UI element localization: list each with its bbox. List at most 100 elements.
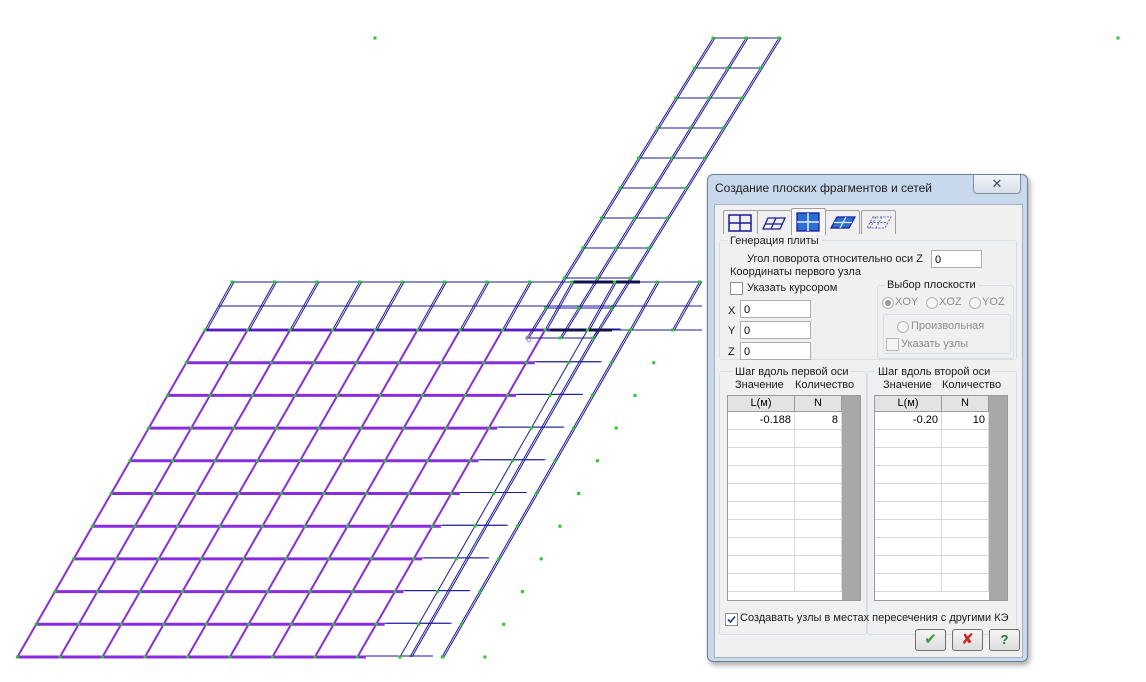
axis2-cell-length[interactable]: -0.20 [875,412,942,429]
x-input[interactable]: 0 [740,300,811,318]
axis2-table-row[interactable] [875,484,989,502]
axis1-cell-count[interactable] [795,520,842,537]
axis1-cell-length[interactable] [728,430,795,447]
axis2-cell-length[interactable] [875,466,942,483]
axis1-scrollbar[interactable] [842,396,860,600]
axis1-cell-count[interactable] [795,556,842,573]
axis1-cell-count[interactable] [795,502,842,519]
axis2-cell-length[interactable] [875,430,942,447]
axis2-table-row[interactable] [875,538,989,556]
axis2-col-l[interactable]: L(м) [875,396,942,412]
axis2-cell-length[interactable] [875,448,942,465]
radio-arbitrary[interactable] [897,321,909,333]
axis1-table-row[interactable] [728,466,842,484]
axis1-cell-length[interactable] [728,448,795,465]
mesh-node [412,557,416,561]
mesh-node [175,524,179,528]
axis1-cell-count[interactable] [795,430,842,447]
radio-xoy[interactable] [882,297,894,309]
axis1-cell-count[interactable] [795,466,842,483]
axis2-cell-length[interactable] [875,538,942,555]
axis1-cell-length[interactable] [728,484,795,501]
create-nodes-checkbox[interactable] [725,613,738,626]
mesh-node [628,276,632,280]
z-input[interactable]: 0 [740,342,811,360]
axis1-cell-length[interactable] [728,520,795,537]
mesh-node [558,524,562,528]
close-button[interactable]: ✕ [973,175,1021,194]
axis1-cell-length[interactable] [728,502,795,519]
axis2-cell-length[interactable] [875,484,942,501]
axis2-table-row[interactable] [875,556,989,574]
rotation-input[interactable]: 0 [931,250,982,268]
tab-grid-blue-skew[interactable] [825,210,860,234]
y-input[interactable]: 0 [740,321,811,339]
tab-grid-dashed[interactable] [861,210,896,234]
axis2-cell-length[interactable] [875,502,942,519]
cursor-checkbox[interactable] [730,282,743,295]
axis1-table[interactable]: L(м) N -0.188 8 [727,395,861,601]
tab-grid-skew[interactable] [757,210,792,234]
axis2-table[interactable]: L(м) N -0.20 10 [874,395,1008,601]
radio-xoz[interactable] [926,297,938,309]
axis1-col-n[interactable]: N [795,396,842,412]
axis2-cell-count[interactable] [942,448,989,465]
axis1-cell-length[interactable]: -0.188 [728,412,795,429]
axis2-col-n[interactable]: N [942,396,989,412]
axis1-cell-length[interactable] [728,556,795,573]
axis2-cell-count[interactable] [942,520,989,537]
axis1-table-row[interactable] [728,574,842,592]
axis1-table-row[interactable] [728,484,842,502]
axis1-table-row[interactable]: -0.188 8 [728,412,842,430]
axis2-table-row[interactable] [875,574,989,592]
cancel-button[interactable]: ✘ [952,629,983,651]
dialog-titlebar[interactable]: Создание плоских фрагментов и сетей ✕ [708,175,1027,199]
mesh-node [246,328,249,332]
axis2-table-row[interactable] [875,466,989,484]
axis2-table-row[interactable] [875,448,989,466]
mesh-node [614,426,618,430]
axis1-table-row[interactable] [728,430,842,448]
axis2-table-row[interactable]: -0.20 10 [875,412,989,430]
axis2-cell-count[interactable] [942,484,989,501]
axis2-table-row[interactable] [875,430,989,448]
axis1-cell-count[interactable] [795,538,842,555]
axis2-cell-count[interactable] [942,556,989,573]
axis1-cell-length[interactable] [728,466,795,483]
axis2-cell-count[interactable] [942,430,989,447]
axis2-cell-length[interactable] [875,520,942,537]
axis2-cell-count[interactable]: 10 [942,412,989,429]
axis2-cell-count[interactable] [942,502,989,519]
axis1-col-l[interactable]: L(м) [728,396,795,412]
mesh-node [458,328,462,332]
specify-nodes-checkbox[interactable] [886,338,899,351]
axis1-table-row[interactable] [728,556,842,574]
tab-grid-blue-rect[interactable] [791,208,826,235]
axis2-scrollbar[interactable] [989,396,1007,600]
axis1-table-row[interactable] [728,520,842,538]
axis1-table-row[interactable] [728,502,842,520]
axis2-table-row[interactable] [875,520,989,538]
axis1-cell-count[interactable] [795,574,842,591]
axis2-cell-count[interactable] [942,538,989,555]
axis1-cell-length[interactable] [728,574,795,591]
mesh-node [520,590,524,594]
mesh-node [497,557,501,561]
axis1-table-row[interactable] [728,448,842,466]
axis2-table-row[interactable] [875,502,989,520]
axis2-cell-length[interactable] [875,574,942,591]
mesh-node [369,557,373,561]
axis1-cell-count[interactable] [795,484,842,501]
axis1-cell-length[interactable] [728,538,795,555]
axis1-cell-count[interactable]: 8 [795,412,842,429]
radio-yoz[interactable] [969,297,981,309]
ok-button[interactable]: ✔ [915,629,946,651]
axis2-cell-length[interactable] [875,556,942,573]
axis2-cell-count[interactable] [942,466,989,483]
axis1-cell-count[interactable] [795,448,842,465]
tab-grid-rect[interactable] [723,210,758,234]
help-button[interactable]: ? [989,629,1020,651]
axis1-table-row[interactable] [728,538,842,556]
mesh-node [505,393,509,397]
axis2-cell-count[interactable] [942,574,989,591]
